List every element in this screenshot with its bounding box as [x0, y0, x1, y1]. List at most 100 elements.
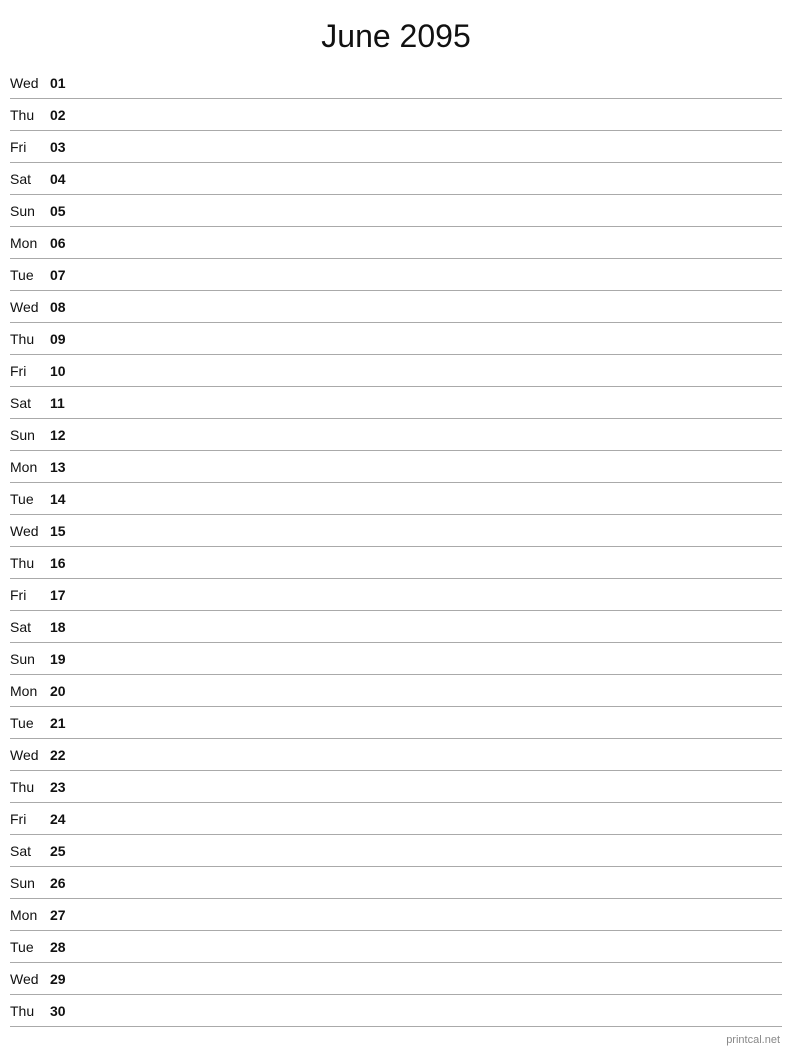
day-number: 15: [50, 523, 78, 539]
day-row: Fri10: [10, 355, 782, 387]
day-name: Sun: [10, 875, 50, 891]
day-name: Wed: [10, 299, 50, 315]
day-row: Mon06: [10, 227, 782, 259]
day-name: Tue: [10, 491, 50, 507]
day-row: Thu30: [10, 995, 782, 1027]
day-line: [78, 562, 782, 563]
day-number: 09: [50, 331, 78, 347]
day-row: Sat25: [10, 835, 782, 867]
day-number: 02: [50, 107, 78, 123]
day-number: 13: [50, 459, 78, 475]
day-name: Mon: [10, 235, 50, 251]
day-number: 03: [50, 139, 78, 155]
day-row: Mon13: [10, 451, 782, 483]
day-line: [78, 114, 782, 115]
day-name: Mon: [10, 683, 50, 699]
day-name: Fri: [10, 811, 50, 827]
day-line: [78, 530, 782, 531]
calendar-list: Wed01Thu02Fri03Sat04Sun05Mon06Tue07Wed08…: [0, 67, 792, 1027]
day-row: Sun19: [10, 643, 782, 675]
day-line: [78, 210, 782, 211]
day-line: [78, 658, 782, 659]
day-row: Wed22: [10, 739, 782, 771]
day-line: [78, 722, 782, 723]
day-number: 19: [50, 651, 78, 667]
day-row: Tue14: [10, 483, 782, 515]
day-name: Sun: [10, 203, 50, 219]
day-name: Sat: [10, 171, 50, 187]
day-row: Wed08: [10, 291, 782, 323]
day-name: Fri: [10, 363, 50, 379]
day-number: 30: [50, 1003, 78, 1019]
day-row: Mon27: [10, 899, 782, 931]
day-number: 04: [50, 171, 78, 187]
day-line: [78, 786, 782, 787]
day-line: [78, 914, 782, 915]
day-number: 23: [50, 779, 78, 795]
day-number: 25: [50, 843, 78, 859]
day-number: 16: [50, 555, 78, 571]
day-number: 29: [50, 971, 78, 987]
day-name: Mon: [10, 459, 50, 475]
day-row: Fri17: [10, 579, 782, 611]
day-name: Wed: [10, 523, 50, 539]
day-row: Wed15: [10, 515, 782, 547]
day-line: [78, 754, 782, 755]
day-line: [78, 850, 782, 851]
day-line: [78, 402, 782, 403]
watermark: printcal.net: [726, 1034, 780, 1046]
day-row: Mon20: [10, 675, 782, 707]
day-line: [78, 82, 782, 83]
day-number: 05: [50, 203, 78, 219]
day-row: Thu23: [10, 771, 782, 803]
day-number: 28: [50, 939, 78, 955]
page-title: June 2095: [0, 0, 792, 67]
day-line: [78, 242, 782, 243]
day-name: Wed: [10, 75, 50, 91]
day-row: Sun26: [10, 867, 782, 899]
day-name: Thu: [10, 779, 50, 795]
day-name: Tue: [10, 267, 50, 283]
day-name: Thu: [10, 555, 50, 571]
day-name: Sat: [10, 619, 50, 635]
day-row: Thu02: [10, 99, 782, 131]
day-number: 06: [50, 235, 78, 251]
day-number: 01: [50, 75, 78, 91]
day-row: Thu09: [10, 323, 782, 355]
day-number: 24: [50, 811, 78, 827]
day-name: Mon: [10, 907, 50, 923]
day-row: Sat04: [10, 163, 782, 195]
day-number: 14: [50, 491, 78, 507]
day-number: 26: [50, 875, 78, 891]
day-number: 07: [50, 267, 78, 283]
day-number: 20: [50, 683, 78, 699]
day-line: [78, 434, 782, 435]
day-row: Sun12: [10, 419, 782, 451]
day-line: [78, 338, 782, 339]
day-line: [78, 594, 782, 595]
day-line: [78, 818, 782, 819]
day-name: Wed: [10, 971, 50, 987]
day-line: [78, 498, 782, 499]
day-name: Tue: [10, 715, 50, 731]
day-number: 17: [50, 587, 78, 603]
day-number: 10: [50, 363, 78, 379]
day-name: Tue: [10, 939, 50, 955]
day-number: 12: [50, 427, 78, 443]
day-row: Sun05: [10, 195, 782, 227]
day-row: Sat18: [10, 611, 782, 643]
day-row: Sat11: [10, 387, 782, 419]
day-number: 08: [50, 299, 78, 315]
day-line: [78, 946, 782, 947]
day-name: Fri: [10, 587, 50, 603]
day-name: Sat: [10, 395, 50, 411]
day-row: Tue28: [10, 931, 782, 963]
day-line: [78, 370, 782, 371]
day-number: 11: [50, 395, 78, 411]
day-line: [78, 882, 782, 883]
day-number: 27: [50, 907, 78, 923]
day-row: Tue21: [10, 707, 782, 739]
day-line: [78, 978, 782, 979]
day-line: [78, 466, 782, 467]
day-line: [78, 1010, 782, 1011]
